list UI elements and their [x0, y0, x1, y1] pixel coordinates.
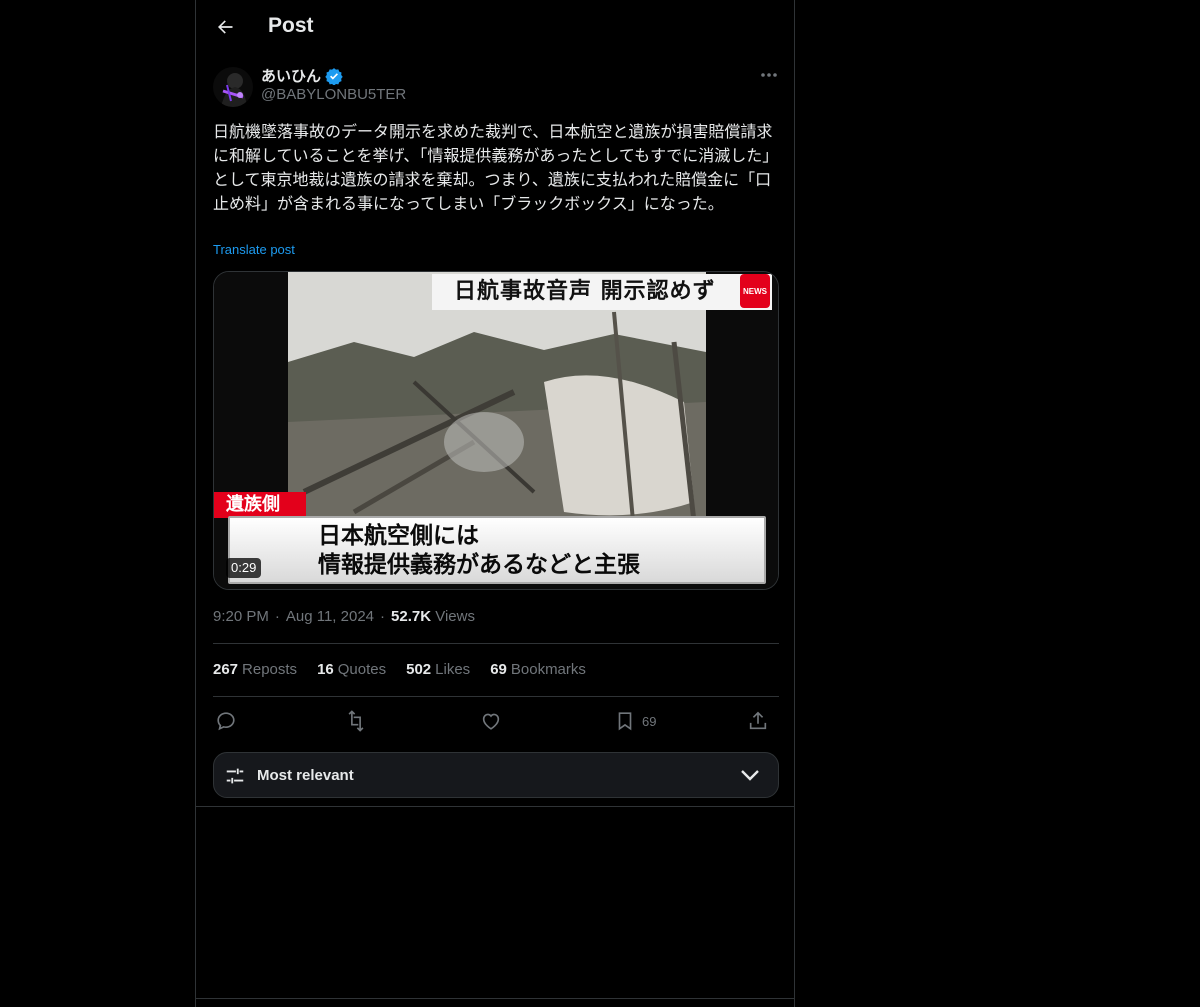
- verified-badge-icon: [325, 67, 343, 85]
- post-time[interactable]: 9:20 PM: [213, 608, 269, 625]
- like-icon: [482, 713, 500, 730]
- post-column: Post あいひん @BABYLONBU5TER 日航機墜落事故のデータ開示を求…: [195, 0, 795, 1007]
- repost-icon: [348, 710, 364, 732]
- bookmark-button[interactable]: 69: [614, 707, 656, 735]
- post-text: 日航機墜落事故のデータ開示を求めた裁判で、日本航空と遺族が損害賠償請求に和解して…: [213, 122, 779, 213]
- reply-button[interactable]: [215, 707, 237, 735]
- repost-button[interactable]: [345, 707, 367, 735]
- views-label: Views: [435, 608, 475, 625]
- likes-count: 502: [406, 661, 432, 678]
- news-logo: NEWS: [740, 274, 770, 308]
- sliders-icon: [226, 768, 244, 784]
- divider: [196, 806, 794, 807]
- divider: [213, 696, 779, 697]
- bookmarks-label: Bookmarks: [510, 661, 586, 678]
- engagement-stats: 267 Reposts 16 Quotes 502 Likes 69 Bookmarks: [213, 661, 586, 678]
- author-display-name[interactable]: あいひん: [261, 65, 321, 86]
- likes-stat[interactable]: 502 Likes: [406, 661, 470, 678]
- divider: [213, 643, 779, 644]
- avatar-image: [213, 67, 253, 107]
- more-options-button[interactable]: [756, 64, 782, 86]
- chevron-down-icon: [741, 770, 759, 781]
- action-bar: 69: [213, 707, 779, 735]
- likes-label: Likes: [435, 661, 471, 678]
- video-side-tag: 遺族側: [214, 492, 306, 518]
- avatar[interactable]: [213, 67, 253, 107]
- meta-separator: ·: [274, 608, 280, 625]
- back-button[interactable]: [208, 10, 242, 44]
- bookmarks-count: 69: [490, 661, 507, 678]
- bookmark-action-count: 69: [642, 713, 657, 729]
- bookmark-icon: [618, 712, 632, 731]
- reply-icon: [217, 712, 235, 731]
- reposts-label: Reposts: [242, 661, 298, 678]
- quotes-count: 16: [317, 661, 334, 678]
- share-button[interactable]: [747, 707, 769, 735]
- reply-sort-dropdown[interactable]: Most relevant: [213, 752, 779, 798]
- sort-label: Most relevant: [257, 767, 354, 784]
- more-dots-icon: [761, 73, 777, 77]
- page-title: Post: [268, 14, 314, 37]
- like-button[interactable]: [480, 707, 502, 735]
- video-caption-line1: 日本航空側には: [318, 523, 479, 549]
- back-arrow-icon: [218, 20, 233, 34]
- video-player[interactable]: 日航事故音声 開示認めず NEWS 遺族側 日本航空側には 情報提供義務があるな…: [213, 271, 779, 590]
- post-header: Post: [196, 0, 794, 54]
- divider: [196, 998, 794, 999]
- bookmarks-stat[interactable]: 69 Bookmarks: [490, 661, 586, 678]
- views-stat[interactable]: 52.7K Views: [391, 608, 475, 625]
- post-meta: 9:20 PM · Aug 11, 2024 · 52.7K Views: [213, 608, 475, 625]
- video-caption: 日本航空側には 情報提供義務があるなどと主張: [228, 516, 766, 584]
- reposts-stat[interactable]: 267 Reposts: [213, 661, 297, 678]
- quotes-label: Quotes: [337, 661, 387, 678]
- video-caption-line2: 情報提供義務があるなどと主張: [318, 552, 640, 578]
- views-count: 52.7K: [391, 608, 432, 625]
- meta-separator: ·: [380, 608, 386, 625]
- video-headline-banner: 日航事故音声 開示認めず: [432, 274, 772, 310]
- author-handle[interactable]: @BABYLONBU5TER: [261, 86, 406, 103]
- translate-post-link[interactable]: Translate post: [213, 242, 295, 257]
- author-name-row[interactable]: あいひん: [261, 65, 343, 86]
- reposts-count: 267: [213, 661, 239, 678]
- post-date[interactable]: Aug 11, 2024: [286, 608, 374, 625]
- share-icon: [749, 711, 767, 730]
- video-duration: 0:29: [226, 558, 262, 578]
- quotes-stat[interactable]: 16 Quotes: [317, 661, 386, 678]
